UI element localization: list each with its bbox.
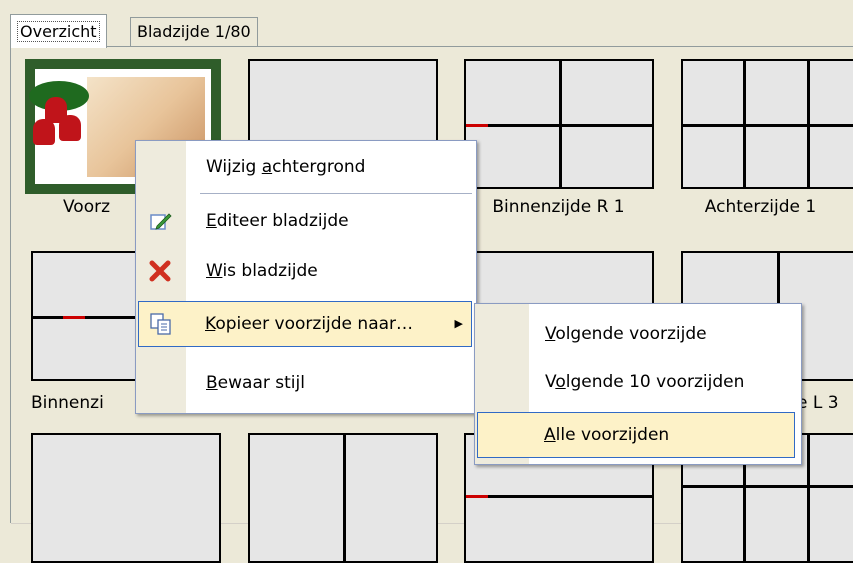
- context-menu: Wijzig achtergrond Editeer bladzijde Wis…: [135, 140, 477, 414]
- pencil-icon: [148, 209, 172, 233]
- menu-item-wis-bladzijde[interactable]: Wis bladzijde: [138, 249, 472, 293]
- tab-bladzijde-label: Bladzijde 1/80: [137, 22, 251, 41]
- page-cell-binnenzijde-r1[interactable]: Binnenzijde R 1: [450, 47, 668, 240]
- page-cell[interactable]: [11, 425, 235, 563]
- submenu: Volgende voorzijde Volgende 10 voorzijde…: [474, 303, 802, 465]
- menu-item-wijzig-achtergrond[interactable]: Wijzig achtergrond: [138, 145, 472, 189]
- menu-item-label: Bewaar stijl: [206, 373, 305, 393]
- delete-x-icon: [148, 259, 172, 283]
- menu-item-label: Wis bladzijde: [206, 261, 318, 281]
- page-cell[interactable]: [234, 425, 451, 563]
- submenu-item-volgende-10-voorzijden[interactable]: Volgende 10 voorzijden: [477, 360, 797, 404]
- menu-item-editeer-bladzijde[interactable]: Editeer bladzijde: [138, 199, 472, 243]
- page-cell-achterzijde[interactable]: Achterzijde 1: [667, 47, 853, 240]
- submenu-item-volgende-voorzijde[interactable]: Volgende voorzijde: [477, 312, 797, 356]
- submenu-item-label: Volgende 10 voorzijden: [545, 372, 745, 392]
- menu-item-bewaar-stijl[interactable]: Bewaar stijl: [138, 361, 472, 405]
- menu-item-kopieer-voorzijde[interactable]: Kopieer voorzijde naar… ▶: [138, 301, 472, 347]
- tab-overzicht-label: Overzicht: [17, 21, 100, 42]
- submenu-item-label: Alle voorzijden: [544, 425, 670, 445]
- menu-item-label: Wijzig achtergrond: [206, 157, 366, 177]
- page-label: e L 3: [797, 393, 839, 413]
- page-label: Binnenzijde R 1: [492, 197, 625, 217]
- menu-item-label: Editeer bladzijde: [206, 211, 349, 231]
- copy-icon: [149, 312, 173, 336]
- tab-overzicht[interactable]: Overzicht: [10, 14, 107, 48]
- submenu-item-label: Volgende voorzijde: [545, 324, 707, 344]
- page-label: Achterzijde 1: [704, 197, 817, 217]
- submenu-item-alle-voorzijden[interactable]: Alle voorzijden: [477, 412, 795, 458]
- submenu-arrow-icon: ▶: [454, 317, 463, 330]
- tab-bladzijde[interactable]: Bladzijde 1/80: [130, 17, 258, 46]
- menu-item-label: Kopieer voorzijde naar…: [205, 314, 414, 334]
